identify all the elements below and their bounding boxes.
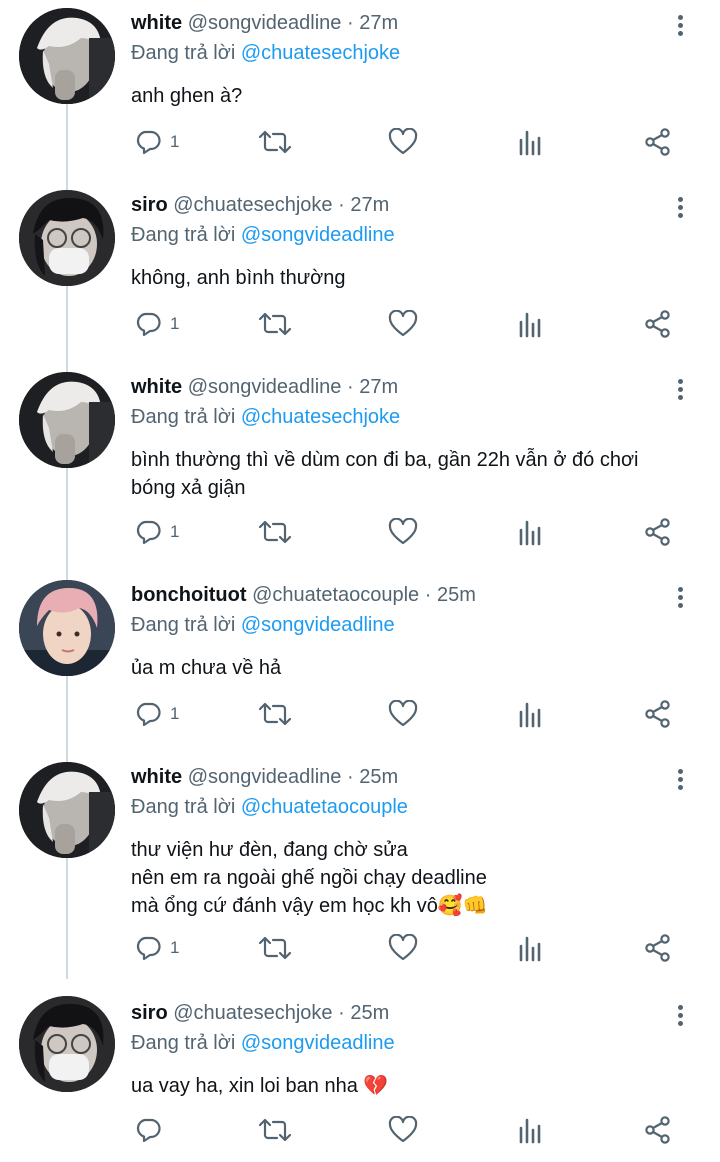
tweet-text: anh ghen à? — [131, 82, 701, 110]
replying-to: Đang trả lời @chuatesechjoke — [131, 406, 400, 429]
timestamp[interactable]: 25m — [437, 584, 476, 606]
reply-prefix: Đang trả lời — [131, 614, 236, 636]
tweet-text-line: không, anh bình thường — [131, 267, 346, 289]
more-options-icon[interactable] — [670, 766, 690, 796]
separator-dot: · — [341, 376, 360, 398]
timestamp[interactable]: 25m — [350, 1002, 389, 1024]
mention-link[interactable]: @chuatetaocouple — [241, 796, 408, 818]
replying-to: Đang trả lời @songvideadline — [131, 614, 395, 637]
avatar[interactable] — [19, 996, 115, 1092]
tweet-header: white @songvideadline · 27m — [131, 12, 398, 35]
action-bar — [0, 1112, 720, 1148]
display-name[interactable]: white — [131, 376, 182, 398]
avatar[interactable] — [19, 8, 115, 104]
action-bar: 1 — [0, 930, 720, 966]
tweet-header: white @songvideadline · 27m — [131, 376, 398, 399]
tweet-text-line: ủa m chưa về hả — [131, 657, 282, 679]
display-name[interactable]: siro — [131, 194, 168, 216]
user-handle[interactable]: @chuatetaocouple — [252, 584, 419, 606]
replying-to: Đang trả lời @chuatesechjoke — [131, 42, 400, 65]
more-options-icon[interactable] — [670, 1002, 690, 1032]
avatar[interactable] — [19, 580, 115, 676]
tweet-text: không, anh bình thường — [131, 264, 701, 292]
tweet-text-line: nên em ra ngoài ghế ngồi chạy deadline — [131, 867, 487, 889]
tweet-header: white @songvideadline · 25m — [131, 766, 398, 789]
tweet-text-line: thư viện hư đèn, đang chờ sửa — [131, 839, 408, 861]
separator-dot: · — [341, 12, 360, 34]
reply-count: 1 — [170, 704, 180, 723]
timestamp[interactable]: 25m — [359, 766, 398, 788]
action-bar: 1 — [0, 696, 720, 732]
display-name[interactable]: white — [131, 766, 182, 788]
display-name[interactable]: bonchoituot — [131, 584, 247, 606]
timestamp[interactable]: 27m — [350, 194, 389, 216]
avatar[interactable] — [19, 190, 115, 286]
replying-to: Đang trả lời @songvideadline — [131, 224, 395, 247]
avatar[interactable] — [19, 372, 115, 468]
avatar[interactable] — [19, 762, 115, 858]
mention-link[interactable]: @songvideadline — [241, 1032, 395, 1054]
tweet-text-line: anh ghen à? — [131, 85, 243, 107]
reply-count: 1 — [170, 132, 180, 151]
reply-prefix: Đang trả lời — [131, 1032, 236, 1054]
action-bar: 1 — [0, 306, 720, 342]
tweet-text: bình thường thì về dùm con đi ba, gần 22… — [131, 446, 701, 502]
user-handle[interactable]: @songvideadline — [188, 766, 342, 788]
tweet-header: bonchoituot @chuatetaocouple · 25m — [131, 584, 476, 607]
reply-prefix: Đang trả lời — [131, 224, 236, 246]
tweet-text-line: ua vay ha, xin loi ban nha 💔 — [131, 1075, 389, 1097]
reply-prefix: Đang trả lời — [131, 42, 236, 64]
replying-to: Đang trả lời @chuatetaocouple — [131, 796, 408, 819]
user-handle[interactable]: @songvideadline — [188, 12, 342, 34]
user-handle[interactable]: @chuatesechjoke — [173, 1002, 332, 1024]
reply-count: 1 — [170, 938, 180, 957]
user-handle[interactable]: @songvideadline — [188, 376, 342, 398]
timestamp[interactable]: 27m — [359, 12, 398, 34]
separator-dot: · — [341, 766, 360, 788]
action-bar: 1 — [0, 124, 720, 160]
tweet-header: siro @chuatesechjoke · 25m — [131, 1002, 389, 1025]
tweet-text-line: bóng xả giận — [131, 477, 246, 499]
reply-prefix: Đang trả lời — [131, 796, 236, 818]
reply-count: 1 — [170, 314, 180, 333]
display-name[interactable]: white — [131, 12, 182, 34]
mention-link[interactable]: @songvideadline — [241, 614, 395, 636]
replying-to: Đang trả lời @songvideadline — [131, 1032, 395, 1055]
timestamp[interactable]: 27m — [359, 376, 398, 398]
separator-dot: · — [332, 1002, 351, 1024]
reply-count: 1 — [170, 522, 180, 541]
tweet-header: siro @chuatesechjoke · 27m — [131, 194, 389, 217]
mention-link[interactable]: @songvideadline — [241, 224, 395, 246]
separator-dot: · — [332, 194, 351, 216]
tweet-text: ua vay ha, xin loi ban nha 💔 — [131, 1072, 701, 1100]
more-options-icon[interactable] — [670, 584, 690, 614]
tweet-text: thư viện hư đèn, đang chờ sửa nên em ra n… — [131, 836, 701, 920]
tweet-text: ủa m chưa về hả — [131, 654, 701, 682]
mention-link[interactable]: @chuatesechjoke — [241, 42, 400, 64]
more-options-icon[interactable] — [670, 194, 690, 224]
user-handle[interactable]: @chuatesechjoke — [173, 194, 332, 216]
tweet-text-line: bình thường thì về dùm con đi ba, gần 22… — [131, 449, 639, 471]
mention-link[interactable]: @chuatesechjoke — [241, 406, 400, 428]
more-options-icon[interactable] — [670, 376, 690, 406]
display-name[interactable]: siro — [131, 1002, 168, 1024]
more-options-icon[interactable] — [670, 12, 690, 42]
reply-prefix: Đang trả lời — [131, 406, 236, 428]
tweet-text-line: mà ổng cứ đánh vậy em học kh vô🥰👊 — [131, 895, 488, 917]
separator-dot: · — [419, 584, 437, 606]
action-bar: 1 — [0, 514, 720, 550]
